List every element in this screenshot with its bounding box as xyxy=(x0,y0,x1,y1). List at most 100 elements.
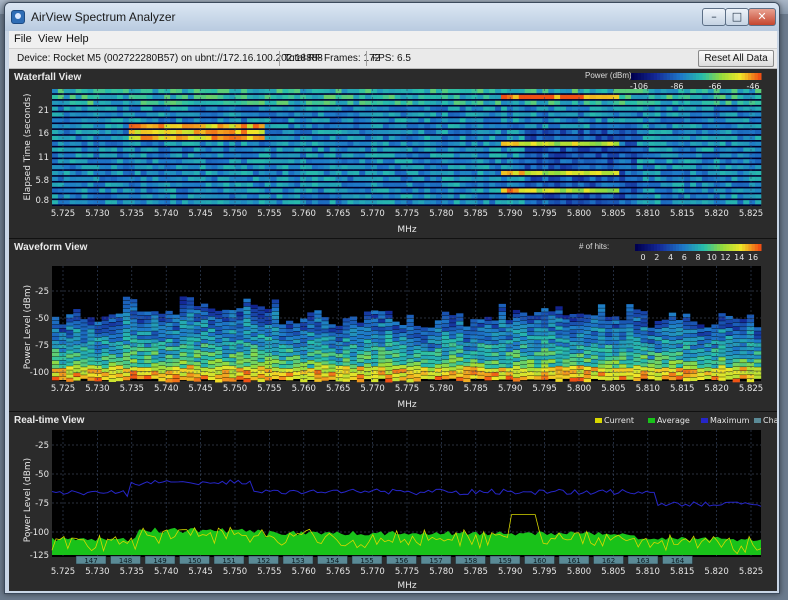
waterfall-cell xyxy=(696,147,703,152)
menu-help[interactable]: Help xyxy=(66,33,89,45)
waterfall-cell xyxy=(270,182,277,187)
waveform-cell xyxy=(619,320,627,324)
waterfall-cell xyxy=(536,129,543,135)
waterfall-cell xyxy=(347,135,354,141)
waterfall-cell xyxy=(388,147,395,152)
waterfall-cell xyxy=(306,118,313,123)
waveform-cell xyxy=(512,337,521,342)
legend-swatch xyxy=(673,73,677,80)
waterfall-cell xyxy=(412,159,419,164)
waterfall-cell xyxy=(134,118,141,123)
waterfall-cell xyxy=(270,170,277,176)
waterfall-cell xyxy=(134,188,141,193)
waveform-cell xyxy=(356,322,365,327)
waveform-cell xyxy=(137,319,145,324)
waterfall-cell xyxy=(329,188,336,193)
waveform-cell xyxy=(668,320,677,325)
waveform-cell xyxy=(186,329,194,333)
waveform-cell xyxy=(399,345,407,349)
waterfall-cell xyxy=(211,176,218,181)
waveform-cell xyxy=(498,327,506,332)
x-tick-label: 5.735 xyxy=(120,384,144,394)
waveform-cell xyxy=(605,324,613,329)
legend-swatch xyxy=(657,244,661,251)
waterfall-cell xyxy=(430,94,437,100)
waterfall-chart[interactable]: 2116115.80.8Elapsed Time (seconds)5.725 5… xyxy=(9,69,777,239)
waterfall-cell xyxy=(749,129,756,135)
waveform-cell xyxy=(420,363,428,367)
waveform-cell xyxy=(371,362,379,367)
waveform-cell xyxy=(151,351,159,355)
waterfall-cell xyxy=(530,94,537,100)
main-content: Waterfall View Power (dBm): 21 16 11 5.8 0.8… xyxy=(9,69,777,591)
waterfall-cell xyxy=(701,194,709,199)
waterfall-cell xyxy=(530,194,537,199)
waterfall-cell xyxy=(329,118,336,123)
waveform-cell xyxy=(52,328,60,333)
minimize-button[interactable]: – xyxy=(702,8,726,26)
waveform-cell xyxy=(484,356,492,361)
waveform-cell xyxy=(683,377,691,382)
legend-tick-label: 14 xyxy=(734,253,744,262)
waterfall-cell xyxy=(607,106,614,111)
waterfall-cell xyxy=(146,129,153,135)
waterfall-cell xyxy=(625,170,632,176)
waveform-cell xyxy=(654,324,662,329)
legend-swatch xyxy=(638,244,642,251)
waveform-cell xyxy=(392,349,400,354)
waterfall-cell xyxy=(140,89,147,94)
realtime-chart[interactable]: CurrentAverageMaximumChannels-25-50-75-1… xyxy=(9,412,777,591)
waterfall-cell xyxy=(465,112,472,117)
waveform-cell xyxy=(363,367,372,372)
waveform-cell xyxy=(342,318,350,322)
waterfall-cell xyxy=(111,153,118,158)
waveform-cell xyxy=(80,335,88,339)
legend-swatch xyxy=(660,244,664,251)
waterfall-cell xyxy=(554,188,561,193)
x-tick-label: 5.745 xyxy=(188,209,212,219)
waterfall-cell xyxy=(371,124,378,129)
waterfall-cell xyxy=(140,200,147,205)
waterfall-cell xyxy=(489,194,496,199)
waveform-cell xyxy=(456,353,464,357)
waterfall-cell xyxy=(300,129,307,135)
channel-label: 161 xyxy=(567,557,580,565)
menu-file[interactable]: File xyxy=(14,33,32,45)
x-tick-label: 5.735 xyxy=(120,209,144,219)
waveform-cell xyxy=(278,348,287,353)
waterfall-cell xyxy=(246,124,254,129)
waveform-cell xyxy=(179,324,187,329)
reset-all-data-button[interactable]: Reset All Data xyxy=(698,50,774,67)
waterfall-cell xyxy=(743,188,750,193)
waveform-cell xyxy=(151,311,159,315)
waveform-cell xyxy=(385,322,393,327)
waveform-cell xyxy=(264,364,272,369)
waterfall-cell xyxy=(258,182,265,187)
waterfall-cell xyxy=(595,194,602,199)
waterfall-cell xyxy=(512,100,520,105)
waterfall-cell xyxy=(69,159,76,164)
waveform-cell xyxy=(434,328,443,332)
waveform-cell xyxy=(654,348,662,353)
waterfall-cell xyxy=(465,170,472,176)
waterfall-cell xyxy=(146,176,153,181)
waterfall-cell xyxy=(294,129,301,135)
waveform-cell xyxy=(229,326,237,330)
waveform-cell xyxy=(697,368,705,373)
waveform-cell xyxy=(250,356,258,361)
waterfall-cell xyxy=(300,94,307,100)
waveform-cell xyxy=(463,330,471,335)
waterfall-cell xyxy=(140,170,147,176)
x-tick-label: 5.765 xyxy=(326,209,350,219)
waveform-chart[interactable]: -25-50-75-100Power Level (dBm)5.725 5.730… xyxy=(9,239,777,412)
waterfall-cell xyxy=(696,188,703,193)
waterfall-cell xyxy=(696,182,703,187)
menu-view[interactable]: View xyxy=(38,33,62,45)
waterfall-cell xyxy=(353,112,360,117)
maximize-button[interactable]: □ xyxy=(725,8,749,26)
close-button[interactable]: ✕ xyxy=(748,8,776,26)
waterfall-cell xyxy=(241,200,248,205)
waveform-cell xyxy=(229,318,237,322)
waveform-cell xyxy=(463,326,471,331)
waveform-cell xyxy=(498,355,506,360)
